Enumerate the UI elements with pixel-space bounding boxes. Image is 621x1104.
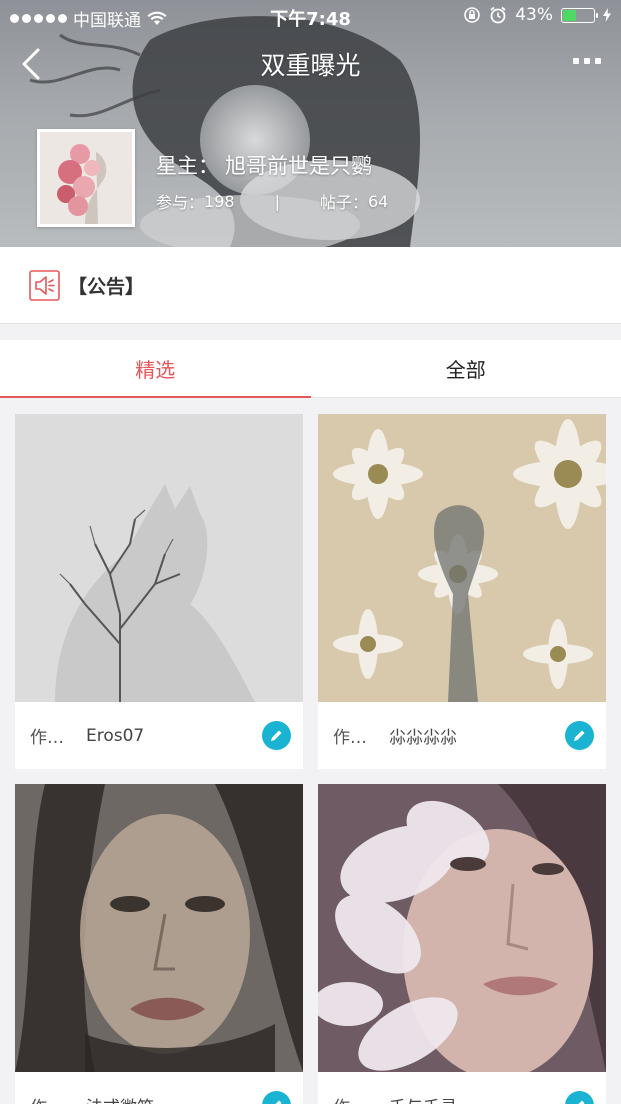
- battery-icon: [561, 7, 598, 23]
- pencil-icon: [578, 1100, 585, 1104]
- post-image: [318, 414, 606, 702]
- more-options-icon[interactable]: [573, 58, 601, 64]
- group-header: 中国联通 下午7:48 43% 双重曝光 星主： 旭哥前世是只鹦 参与： 198…: [0, 0, 621, 247]
- post-card[interactable]: 作… Eros07: [15, 414, 303, 769]
- charging-icon: [603, 8, 611, 22]
- tab-bar: 精选 全部: [0, 340, 621, 398]
- author-name[interactable]: 千与千寻: [389, 1093, 457, 1104]
- group-avatar[interactable]: [37, 129, 135, 227]
- edit-button[interactable]: [262, 1091, 291, 1104]
- stats-divider: |: [274, 191, 280, 211]
- group-stats: 参与： 198 | 帖子： 64: [156, 189, 388, 213]
- announcement-bar[interactable]: 【公告】: [0, 247, 621, 324]
- post-image: [15, 784, 303, 1072]
- author-name[interactable]: 法式微笑: [86, 1093, 154, 1104]
- post-meta: 作… 法式微笑: [15, 1072, 303, 1104]
- edit-button[interactable]: [565, 721, 594, 750]
- author-name[interactable]: 尛尛尛尛: [389, 723, 457, 748]
- members-label: 参与：: [156, 193, 205, 212]
- post-meta: 作… 尛尛尛尛: [318, 702, 606, 769]
- post-image: [318, 784, 606, 1072]
- post-meta: 作… Eros07: [15, 702, 303, 769]
- owner-name[interactable]: 旭哥前世是只鹦: [225, 150, 372, 180]
- posts-count: 64: [367, 191, 389, 211]
- page-title: 双重曝光: [260, 51, 361, 80]
- group-owner: 星主： 旭哥前世是只鹦: [156, 150, 372, 180]
- post-card[interactable]: 作… 千与千寻: [318, 784, 606, 1104]
- author-label: 作…: [333, 1093, 367, 1104]
- tab-all[interactable]: 全部: [311, 340, 621, 397]
- tab-featured[interactable]: 精选: [0, 340, 311, 398]
- edit-button[interactable]: [565, 1091, 594, 1104]
- post-card[interactable]: 作… 尛尛尛尛: [318, 414, 606, 769]
- posts-label: 帖子：: [319, 193, 368, 212]
- post-card[interactable]: 作… 法式微笑: [15, 784, 303, 1104]
- edit-button[interactable]: [262, 721, 291, 750]
- post-meta: 作… 千与千寻: [318, 1072, 606, 1104]
- author-label: 作…: [30, 1093, 64, 1104]
- orientation-lock-icon: [464, 7, 481, 23]
- pencil-icon: [574, 730, 585, 741]
- speaker-icon: [29, 269, 60, 301]
- author-name[interactable]: Eros07: [86, 726, 144, 746]
- announcement-text: 【公告】: [68, 275, 145, 298]
- members-count: 198: [204, 191, 235, 211]
- alarm-icon: [490, 6, 506, 24]
- author-label: 作…: [30, 728, 64, 748]
- battery-percent: 43%: [515, 5, 553, 25]
- status-right: 43%: [463, 5, 611, 25]
- status-bar: 中国联通 下午7:48 43%: [0, 0, 621, 34]
- pencil-icon: [271, 730, 282, 741]
- post-image: [15, 414, 303, 702]
- pencil-icon: [275, 1100, 282, 1104]
- avatar-image: [40, 132, 132, 224]
- owner-label: 星主：: [156, 154, 219, 178]
- author-label: 作…: [333, 728, 367, 748]
